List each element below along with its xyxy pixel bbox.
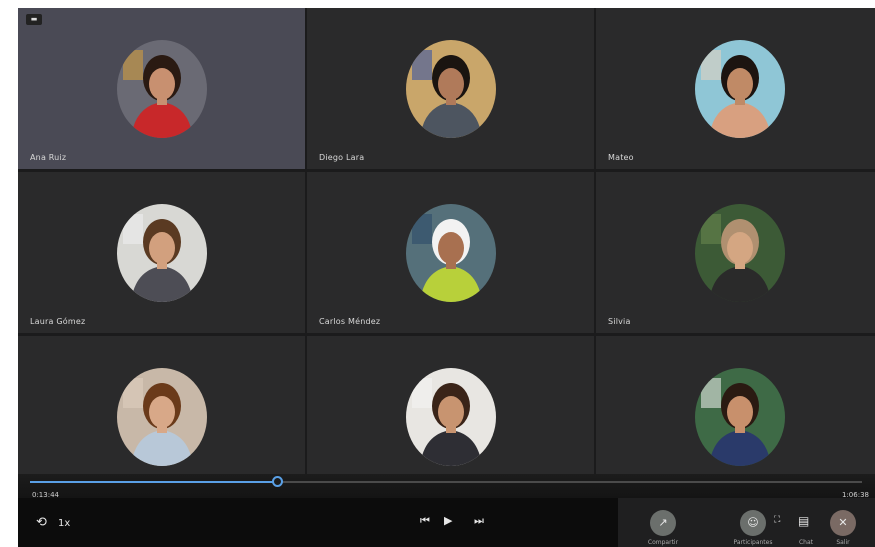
menu-badge-icon[interactable]: ▬ <box>26 14 42 25</box>
leave-button[interactable]: ✕ <box>830 510 856 536</box>
participant-avatar <box>694 204 785 302</box>
participants-button[interactable]: ☺ <box>740 510 766 536</box>
participant-tile[interactable]: Carlos Méndez <box>307 172 594 333</box>
participant-name: Ana Ruiz <box>30 153 67 162</box>
fullscreen-icon[interactable]: ⛶ <box>774 512 780 528</box>
participant-tile[interactable]: Mateo <box>596 8 875 169</box>
control-bar: ⟲ 1x ⏮ ▶ ⏭ ↗ Compartir ☺ Participantes ⛶… <box>18 498 875 547</box>
replay-icon[interactable]: ⟲ <box>36 515 47 531</box>
timeline-scrubber-handle[interactable] <box>272 476 283 487</box>
leave-label: Salir <box>836 539 850 546</box>
participant-tile[interactable]: Silvia <box>596 172 875 333</box>
participant-name: Laura Gómez <box>30 317 86 326</box>
participant-avatar <box>116 204 207 302</box>
participant-name: Carlos Méndez <box>319 317 381 326</box>
participant-name: Diego Lara <box>319 153 365 162</box>
participant-name: Mateo <box>608 153 634 162</box>
participant-avatar <box>405 204 496 302</box>
playback-speed-button[interactable]: 1x <box>58 516 70 532</box>
chat-label: Chat <box>798 539 814 546</box>
participant-name: Silvia <box>608 317 631 326</box>
skip-forward-icon[interactable]: ⏭ <box>474 513 484 529</box>
participant-tile[interactable]: Laura Gómez <box>18 172 305 333</box>
participant-avatar <box>116 40 207 138</box>
participant-avatar <box>405 368 496 466</box>
participant-avatar <box>405 40 496 138</box>
participant-tile[interactable]: Diego Lara <box>307 8 594 169</box>
participant-tile[interactable]: Valeria <box>307 336 594 497</box>
share-label: Compartir <box>647 539 679 546</box>
participant-tile[interactable]: Paola Torres <box>18 336 305 497</box>
participant-tile[interactable]: Fernanda <box>596 336 875 497</box>
play-icon[interactable]: ▶ <box>444 513 452 529</box>
participant-avatar <box>116 368 207 466</box>
skip-back-icon[interactable]: ⏮ <box>420 513 430 529</box>
participant-tile[interactable]: Ana Ruiz <box>18 8 305 169</box>
meeting-recording-player: Ana Ruiz Diego Lara Mateo Laura Gómez Carlos… <box>18 8 875 547</box>
chat-icon[interactable]: ▤ <box>798 513 809 529</box>
participant-avatar <box>694 40 785 138</box>
timeline-progress <box>30 481 278 483</box>
participant-avatar <box>694 368 785 466</box>
share-button[interactable]: ↗ <box>650 510 676 536</box>
participants-label: Participantes <box>733 539 773 546</box>
